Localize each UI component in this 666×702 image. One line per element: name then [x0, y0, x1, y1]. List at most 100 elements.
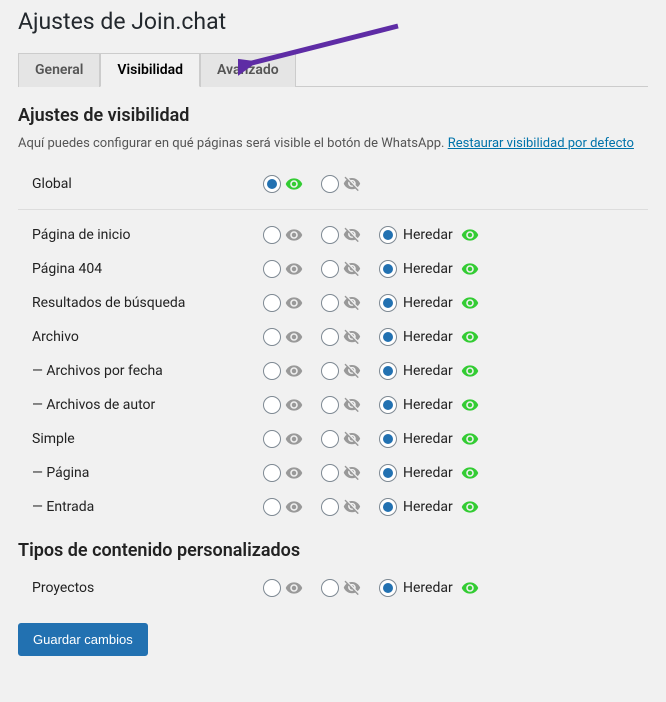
inherit-label: Heredar [403, 465, 453, 481]
eye-inherit-icon [461, 396, 479, 414]
row-label: Archivo [18, 329, 263, 345]
row-label: — Entrada [18, 499, 263, 515]
radio-hide[interactable] [321, 328, 339, 346]
tab-visibilidad[interactable]: Visibilidad [100, 53, 200, 87]
inherit-label: Heredar [403, 580, 453, 596]
section-title: Ajustes de visibilidad [18, 105, 648, 126]
radio-show[interactable] [263, 226, 281, 244]
visibility-row: SimpleHeredar [18, 422, 648, 456]
settings-tabs: General Visibilidad Avanzado [18, 53, 648, 87]
radio-hide[interactable] [321, 430, 339, 448]
divider [18, 209, 648, 210]
eye-visible-icon [285, 362, 303, 380]
radio-inherit[interactable] [379, 464, 397, 482]
eye-hidden-icon [343, 175, 361, 193]
eye-visible-icon [285, 294, 303, 312]
radio-show[interactable] [263, 294, 281, 312]
radio-hide[interactable] [321, 464, 339, 482]
eye-inherit-icon [461, 579, 479, 597]
eye-visible-icon [285, 175, 303, 193]
description-text: Aquí puedes configurar en qué páginas se… [18, 136, 448, 151]
radio-inherit[interactable] [379, 498, 397, 516]
radio-inherit[interactable] [379, 396, 397, 414]
eye-hidden-icon [343, 260, 361, 278]
row-label: Resultados de búsqueda [18, 295, 263, 311]
eye-hidden-icon [343, 362, 361, 380]
tab-general[interactable]: General [18, 53, 100, 87]
radio-inherit[interactable] [379, 362, 397, 380]
inherit-label: Heredar [403, 431, 453, 447]
visibility-row: — Archivos por fecha Heredar [18, 354, 648, 388]
eye-hidden-icon [343, 464, 361, 482]
radio-hide[interactable] [321, 396, 339, 414]
inherit-label: Heredar [403, 261, 453, 277]
radio-hide[interactable] [321, 226, 339, 244]
radio-inherit[interactable] [379, 579, 397, 597]
row-opts: Heredar [263, 464, 491, 482]
cpt-title: Tipos de contenido personalizados [18, 540, 648, 561]
radio-inherit[interactable] [379, 328, 397, 346]
radio-show-global[interactable] [263, 175, 281, 193]
eye-hidden-icon [343, 430, 361, 448]
tab-avanzado[interactable]: Avanzado [200, 53, 296, 87]
row-opts-global [263, 175, 373, 193]
row-opts: Heredar [263, 430, 491, 448]
radio-show[interactable] [263, 579, 281, 597]
radio-show[interactable] [263, 430, 281, 448]
inherit-label: Heredar [403, 295, 453, 311]
row-label: — Página [18, 465, 263, 481]
row-label: Página de inicio [18, 227, 263, 243]
visibility-row: — Archivos de autor Heredar [18, 388, 648, 422]
radio-hide[interactable] [321, 260, 339, 278]
radio-hide[interactable] [321, 579, 339, 597]
inherit-label: Heredar [403, 363, 453, 379]
row-opts: Heredar [263, 226, 491, 244]
row-global: Global [18, 167, 648, 201]
inherit-label: Heredar [403, 499, 453, 515]
visibility-row: — Página Heredar [18, 456, 648, 490]
visibility-row: ArchivoHeredar [18, 320, 648, 354]
row-opts: Heredar [263, 579, 491, 597]
row-label: — Archivos por fecha [18, 363, 263, 379]
radio-hide[interactable] [321, 498, 339, 516]
eye-visible-icon [285, 498, 303, 516]
eye-inherit-icon [461, 294, 479, 312]
eye-inherit-icon [461, 260, 479, 278]
eye-visible-icon [285, 260, 303, 278]
radio-show[interactable] [263, 498, 281, 516]
radio-show[interactable] [263, 464, 281, 482]
row-opts: Heredar [263, 294, 491, 312]
page-title: Ajustes de Join.chat [18, 8, 648, 35]
visibility-row: — Entrada Heredar [18, 490, 648, 524]
eye-inherit-icon [461, 498, 479, 516]
eye-hidden-icon [343, 396, 361, 414]
inherit-label: Heredar [403, 227, 453, 243]
row-label: — Archivos de autor [18, 397, 263, 413]
row-opts: Heredar [263, 260, 491, 278]
restore-link[interactable]: Restaurar visibilidad por defecto [448, 136, 634, 151]
row-label: Página 404 [18, 261, 263, 277]
row-opts: Heredar [263, 396, 491, 414]
radio-show[interactable] [263, 328, 281, 346]
radio-hide[interactable] [321, 362, 339, 380]
radio-inherit[interactable] [379, 430, 397, 448]
eye-inherit-icon [461, 362, 479, 380]
eye-visible-icon [285, 396, 303, 414]
radio-hide[interactable] [321, 294, 339, 312]
radio-hide-global[interactable] [321, 175, 339, 193]
eye-hidden-icon [343, 328, 361, 346]
radio-show[interactable] [263, 260, 281, 278]
radio-inherit[interactable] [379, 260, 397, 278]
radio-show[interactable] [263, 396, 281, 414]
radio-show[interactable] [263, 362, 281, 380]
submit-button[interactable]: Guardar cambios [18, 623, 148, 656]
eye-inherit-icon [461, 464, 479, 482]
eye-hidden-icon [343, 579, 361, 597]
eye-inherit-icon [461, 328, 479, 346]
radio-inherit[interactable] [379, 294, 397, 312]
eye-visible-icon [285, 328, 303, 346]
inherit-label: Heredar [403, 397, 453, 413]
eye-hidden-icon [343, 294, 361, 312]
radio-inherit[interactable] [379, 226, 397, 244]
row-label-global: Global [18, 176, 263, 192]
